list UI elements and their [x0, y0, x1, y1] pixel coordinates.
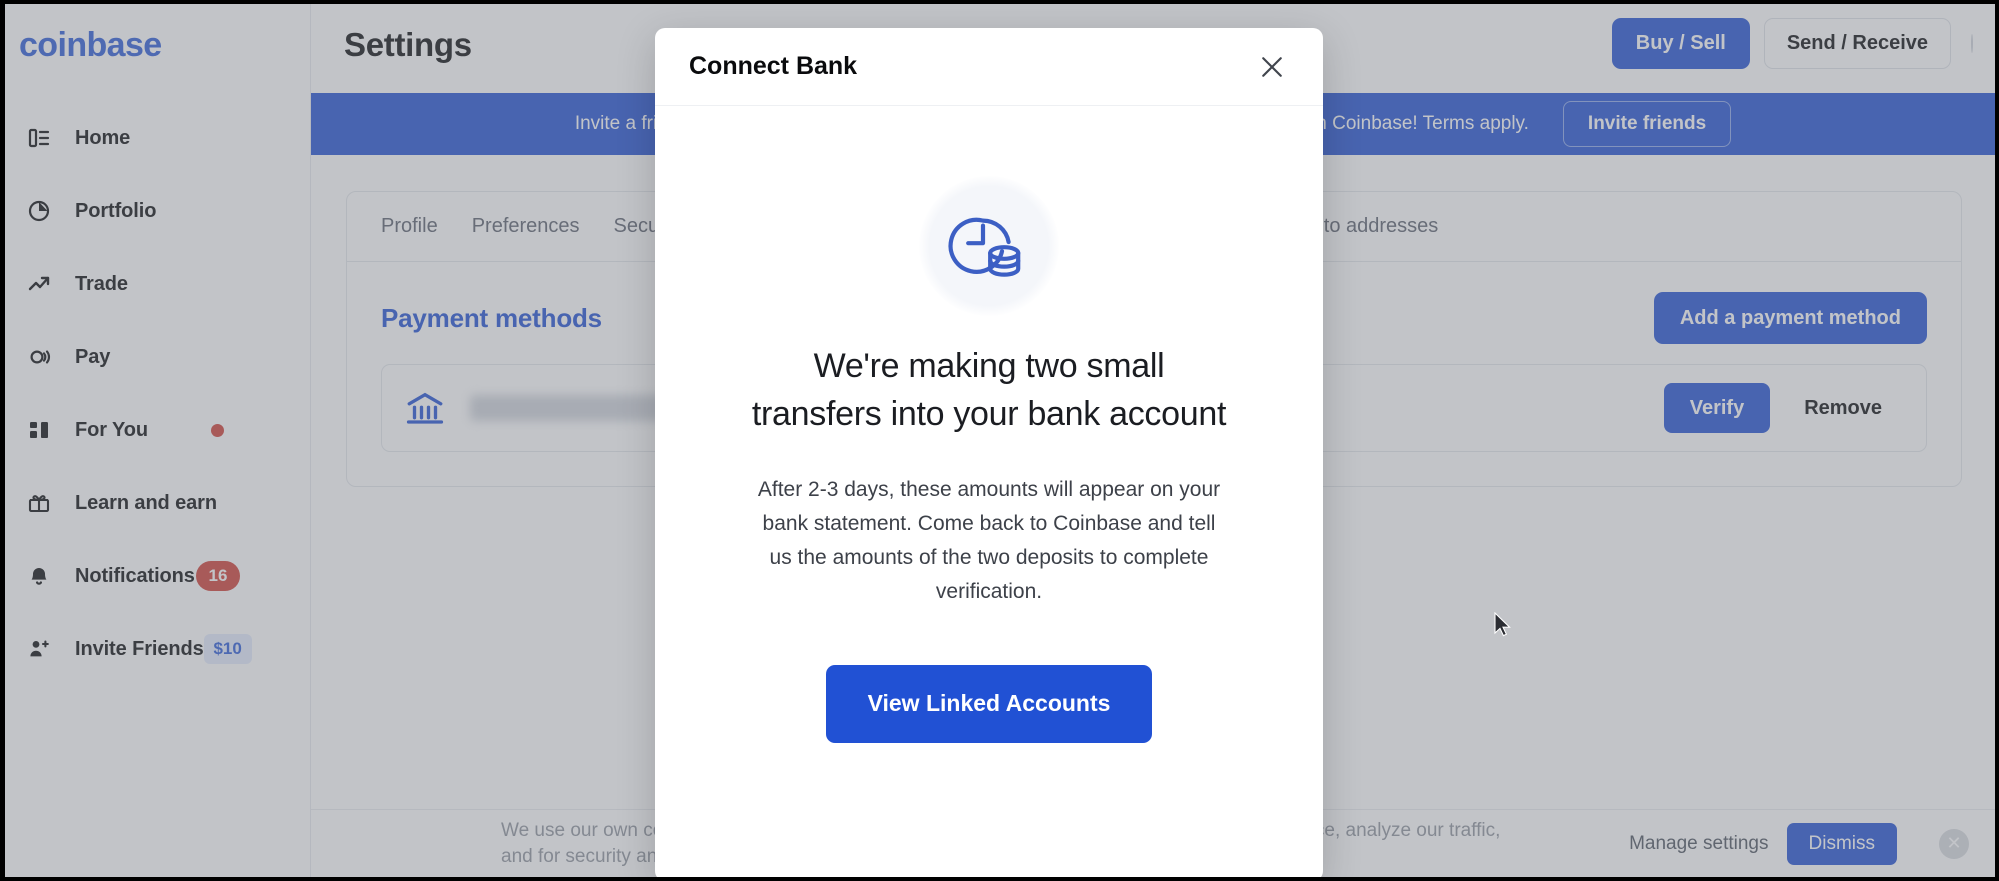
modal-paragraph: After 2-3 days, these amounts will appea…	[757, 477, 1221, 603]
connect-bank-modal: Connect Bank We're making two small tran…	[655, 28, 1323, 881]
window-edge-top	[0, 0, 1999, 4]
window-edge-left	[0, 0, 5, 881]
close-icon[interactable]	[1255, 50, 1289, 84]
modal-header: Connect Bank	[655, 28, 1323, 106]
modal-title: Connect Bank	[689, 52, 858, 80]
view-linked-accounts-button[interactable]: View Linked Accounts	[825, 664, 1153, 743]
window-edge-right	[1995, 0, 1999, 881]
window-edge-bottom	[0, 877, 1999, 881]
coinbase-settings-page: coinbase Home Portfolio Trade Pay For Yo…	[0, 0, 1999, 881]
modal-body: We're making two small transfers into yo…	[655, 106, 1323, 743]
modal-heading: We're making two small transfers into yo…	[751, 347, 1227, 434]
clock-coins-icon	[919, 176, 1059, 316]
